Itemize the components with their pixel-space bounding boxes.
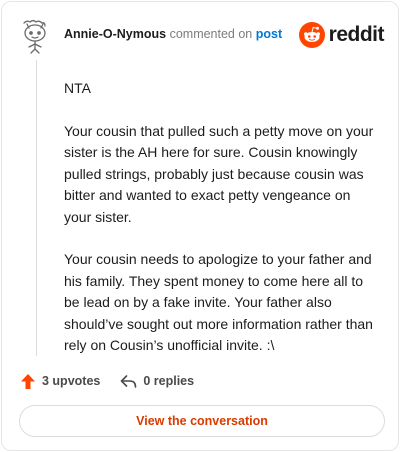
post-link[interactable]: post bbox=[256, 27, 282, 41]
comment-paragraph: Your cousin that pulled such a petty mov… bbox=[64, 122, 374, 225]
comment-actions: 3 upvotes 0 replies bbox=[20, 371, 214, 391]
reply-count: 0 replies bbox=[143, 374, 195, 388]
upvote-count: 3 upvotes bbox=[42, 374, 101, 388]
user-avatar-icon[interactable] bbox=[20, 18, 52, 54]
upvote-button[interactable]: 3 upvotes bbox=[20, 373, 100, 390]
comment-header: Annie-O-Nymous commented on post reddit bbox=[20, 18, 385, 54]
comment-paragraph: NTA bbox=[64, 80, 91, 96]
author-name[interactable]: Annie-O-Nymous bbox=[64, 27, 166, 41]
comment-body: NTA Your cousin that pulled such a petty… bbox=[64, 78, 380, 378]
reply-button[interactable]: 0 replies bbox=[120, 374, 194, 389]
brand-name: reddit bbox=[328, 23, 385, 46]
comment-paragraph: Your cousin needs to apologize to your f… bbox=[64, 251, 373, 353]
reddit-logo[interactable]: reddit bbox=[298, 20, 385, 50]
reddit-alien-icon bbox=[298, 22, 325, 48]
reply-arrow-icon bbox=[121, 374, 137, 388]
action-text: commented on bbox=[169, 27, 253, 41]
comment-meta: Annie-O-Nymous commented on post bbox=[64, 27, 282, 41]
upvote-arrow-icon bbox=[21, 373, 35, 389]
comment-card: Annie-O-Nymous commented on post reddit … bbox=[1, 1, 399, 451]
thread-line bbox=[36, 60, 37, 356]
view-conversation-button[interactable]: View the conversation bbox=[19, 405, 385, 437]
